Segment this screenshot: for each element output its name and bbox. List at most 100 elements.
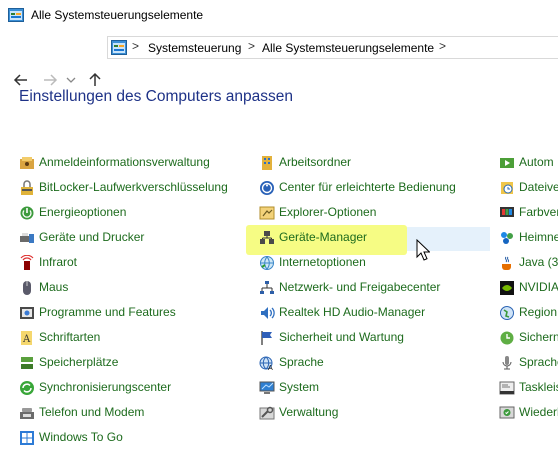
item-label: Verwaltung: [279, 405, 339, 419]
network-sharing-icon: [260, 281, 274, 294]
control-panel-item[interactable]: Speicherplätze: [19, 352, 239, 374]
control-panel-item[interactable]: Spracher: [499, 352, 558, 374]
arrow-up-icon[interactable]: [86, 70, 104, 88]
homegroup-icon: [501, 232, 513, 244]
control-panel-item[interactable]: Heimne: [499, 227, 558, 249]
item-label: Schriftarten: [39, 330, 101, 344]
item-label: Programme und Features: [39, 305, 176, 319]
control-panel-item[interactable]: Anmeldeinformationsverwaltung: [19, 152, 239, 174]
control-panel-item[interactable]: Synchronisierungscenter: [19, 377, 239, 399]
item-label: Windows To Go: [39, 430, 123, 444]
security-maintenance-icon: [261, 331, 272, 345]
control-panel-item[interactable]: Internetoptionen: [259, 252, 489, 274]
control-panel-item[interactable]: Taskleis: [499, 377, 558, 399]
control-panel-icon: [8, 8, 24, 22]
item-label: Netzwerk- und Freigabecenter: [279, 280, 441, 294]
taskbar-icon: [499, 381, 515, 395]
breadcrumb-item[interactable]: Alle Systemsteuerungselemente: [262, 41, 434, 55]
control-panel-item[interactable]: Explorer-Optionen: [259, 202, 489, 224]
title-bar: Alle Systemsteuerungselemente: [0, 0, 558, 31]
item-label: Spracher: [519, 355, 558, 369]
item-label: Taskleis: [519, 380, 558, 394]
item-label: Farbver: [519, 205, 558, 219]
control-panel-item[interactable]: Energieoptionen: [19, 202, 239, 224]
control-panel-item[interactable]: Wiederh: [499, 402, 558, 424]
item-label: BitLocker-Laufwerkverschlüsselung: [39, 180, 228, 194]
fonts-icon: A: [21, 331, 32, 345]
control-panel-item[interactable]: Realtek HD Audio-Manager: [259, 302, 489, 324]
breadcrumb-separator[interactable]: >: [439, 39, 446, 53]
control-panel-item[interactable]: Java (32: [499, 252, 558, 274]
control-panel-item[interactable]: Windows To Go: [19, 427, 239, 449]
internet-options-icon: [260, 256, 274, 270]
item-label: Java (32: [519, 255, 558, 269]
windows-to-go-icon: [20, 431, 34, 445]
item-label: Sprache: [279, 355, 324, 369]
device-manager-icon: [260, 231, 274, 244]
phone-modem-icon: [20, 408, 34, 419]
item-label: Infrarot: [39, 255, 78, 269]
control-panel-item[interactable]: BitLocker-Laufwerkverschlüsselung: [19, 177, 239, 199]
item-label: Geräte-Manager: [279, 230, 368, 244]
breadcrumb-item[interactable]: Systemsteuerung: [148, 41, 241, 55]
control-panel-item[interactable]: Center für erleichterte Bedienung: [259, 177, 489, 199]
control-panel-item[interactable]: Arbeitsordner: [259, 152, 489, 174]
java-icon: [502, 256, 511, 270]
control-panel-item[interactable]: Region: [499, 302, 558, 324]
realtek-audio-icon: [261, 307, 275, 319]
window-title: Alle Systemsteuerungselemente: [31, 8, 204, 22]
control-panel-item[interactable]: Verwaltung: [259, 402, 489, 424]
control-panel-item[interactable]: Programme und Features: [19, 302, 239, 324]
item-label: Speicherplätze: [39, 355, 119, 369]
item-label: Autom: [519, 155, 554, 169]
control-panel-item[interactable]: Dateiver: [499, 177, 558, 199]
svg-text:A: A: [22, 334, 31, 345]
control-panel-item[interactable]: Netzwerk- und Freigabecenter: [259, 277, 489, 299]
item-label: System: [279, 380, 320, 394]
programs-features-icon: [20, 307, 34, 319]
control-panel-item[interactable]: Geräte und Drucker: [19, 227, 239, 249]
address-bar[interactable]: > Systemsteuerung > Alle Systemsteuerung…: [107, 36, 558, 59]
item-label: Sicherheit und Wartung: [279, 330, 404, 344]
control-panel-item[interactable]: Infrarot: [19, 252, 239, 274]
item-label: Internetoptionen: [279, 255, 366, 269]
control-panel-item[interactable]: A Sprache: [259, 352, 489, 374]
control-panel-item[interactable]: NVIDIA: [499, 277, 558, 299]
control-panel-item[interactable]: Autom: [499, 152, 558, 174]
svg-text:A: A: [268, 364, 273, 371]
arrow-right-icon[interactable]: [41, 71, 59, 89]
ease-of-access-icon: [260, 181, 274, 195]
item-label: Dateiver: [519, 180, 558, 194]
arrow-left-icon[interactable]: [12, 71, 30, 89]
autoplay-icon: [500, 158, 514, 168]
control-panel-item[interactable]: Sicherheit und Wartung: [259, 327, 489, 349]
item-label: Arbeitsordner: [279, 155, 352, 169]
control-panel-item[interactable]: Farbver: [499, 202, 558, 224]
item-label: Sichern: [519, 330, 558, 344]
control-panel-item[interactable]: Sichern: [499, 327, 558, 349]
control-panel-item[interactable]: A Schriftarten: [19, 327, 239, 349]
explorer-options-icon: [259, 206, 275, 220]
control-panel-item[interactable]: Telefon und Modem: [19, 402, 239, 424]
item-label: NVIDIA: [519, 280, 558, 294]
sync-center-icon: [20, 381, 34, 395]
item-label: Synchronisierungscenter: [39, 380, 172, 394]
color-management-icon: [500, 207, 514, 217]
mouse-cursor-icon: [416, 239, 430, 261]
work-folders-icon: [262, 156, 272, 170]
control-panel-item[interactable]: System: [259, 377, 489, 399]
speech-recognition-icon: [502, 356, 512, 370]
language-icon: A: [259, 356, 273, 371]
credential-manager-icon: [20, 157, 34, 169]
file-history-icon: [501, 182, 513, 194]
item-label: Realtek HD Audio-Manager: [279, 305, 426, 319]
breadcrumb-separator[interactable]: >: [132, 39, 139, 53]
system-icon: [259, 381, 275, 394]
item-label: Wiederh: [519, 405, 558, 419]
devices-printers-icon: [20, 233, 34, 243]
chevron-down-icon[interactable]: [65, 71, 77, 89]
control-panel-item[interactable]: Geräte-Manager: [259, 227, 489, 249]
control-panel-item[interactable]: Maus: [19, 277, 239, 299]
item-label: Maus: [39, 280, 69, 294]
breadcrumb-separator[interactable]: >: [248, 39, 255, 53]
